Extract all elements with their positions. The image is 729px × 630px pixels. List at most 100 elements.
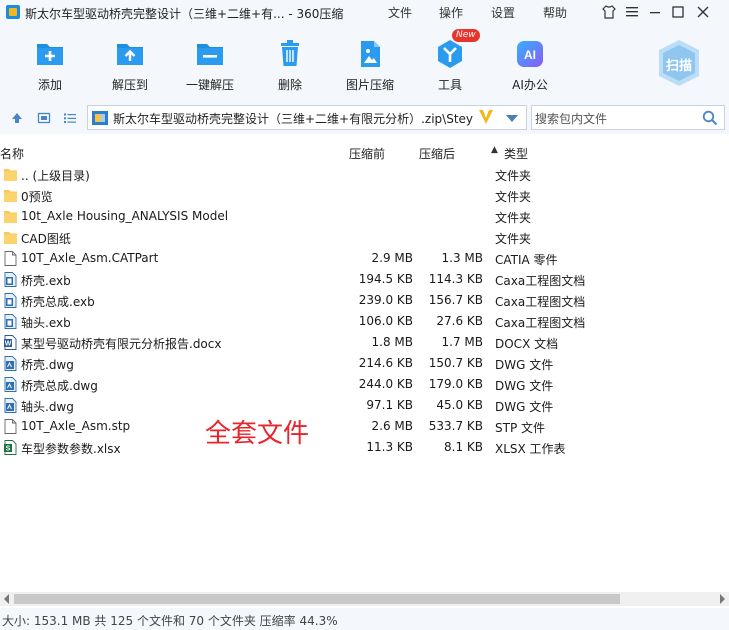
- folder-icon: [4, 188, 17, 203]
- image-compress-button[interactable]: 图片压缩: [332, 34, 408, 96]
- ai-office-button[interactable]: AI AI办公: [492, 34, 568, 96]
- column-size[interactable]: 压缩前: [349, 145, 385, 162]
- file-name: 车型参数参数.xlsx: [21, 442, 121, 456]
- column-type[interactable]: 类型: [504, 145, 528, 162]
- caxa-file-icon: [4, 314, 17, 329]
- file-compressed-size: 156.7 KB: [428, 293, 483, 307]
- svg-text:S: S: [6, 446, 11, 453]
- file-type: DWG 文件: [495, 400, 554, 414]
- file-name: 0预览: [21, 190, 53, 204]
- annotation-text: 全套文件: [205, 419, 310, 449]
- file-type: 文件夹: [495, 232, 532, 246]
- file-type: Caxa工程图文档: [495, 316, 586, 330]
- one-click-extract-button[interactable]: 一键解压: [172, 34, 248, 96]
- menu-help[interactable]: 帮助: [543, 4, 567, 21]
- file-row[interactable]: 桥壳总成.dwg 244.0 KB 179.0 KB DWG 文件: [0, 374, 729, 395]
- file-type: DWG 文件: [495, 379, 554, 393]
- caxa-file-icon: [4, 293, 17, 308]
- menu-file[interactable]: 文件: [388, 4, 412, 21]
- new-badge: New: [452, 29, 480, 42]
- column-compressed[interactable]: 压缩后: [419, 145, 455, 162]
- status-text: 大小: 153.1 MB 共 125 个文件和 70 个文件夹 压缩率 44.3…: [2, 614, 338, 628]
- list-view-icon[interactable]: [63, 111, 77, 125]
- address-dropdown-icon[interactable]: [506, 115, 518, 122]
- file-row[interactable]: S 车型参数参数.xlsx 11.3 KB 8.1 KB XLSX 工作表: [0, 437, 729, 458]
- file-type: DWG 文件: [495, 358, 554, 372]
- folder-icon: [4, 230, 17, 245]
- dwg-file-icon: [4, 377, 17, 392]
- sort-up-icon: ▲: [491, 145, 498, 155]
- scan-label[interactable]: 扫描: [653, 55, 705, 74]
- file-row[interactable]: 10T_Axle_Asm.stp 2.6 MB 533.7 KB STP 文件: [0, 416, 729, 437]
- file-size: 194.5 KB: [358, 272, 413, 286]
- scroll-thumb[interactable]: [14, 594, 620, 604]
- file-size: 244.0 KB: [358, 377, 413, 391]
- file-row[interactable]: W 某型号驱动桥壳有限元分析报告.docx 1.8 MB 1.7 MB DOCX 文档: [0, 332, 729, 353]
- search-box[interactable]: 搜索包内文件: [531, 105, 725, 130]
- address-bar[interactable]: 斯太尔车型驱动桥壳完整设计（三维+二维+有限元分析）.zip\Steyr A: [87, 105, 527, 130]
- file-name: 桥壳总成.dwg: [21, 379, 98, 393]
- file-icon: [4, 251, 17, 266]
- menu-settings[interactable]: 设置: [491, 4, 515, 21]
- file-name: 桥壳.dwg: [21, 358, 74, 372]
- delete-label: 删除: [277, 78, 302, 92]
- file-size: 106.0 KB: [358, 314, 413, 328]
- file-icon: [4, 419, 17, 434]
- file-row[interactable]: 轴头.dwg 97.1 KB 45.0 KB DWG 文件: [0, 395, 729, 416]
- menu-operate[interactable]: 操作: [439, 4, 463, 21]
- window-title: 斯太尔车型驱动桥壳完整设计（三维+二维+有... - 360压缩: [25, 7, 344, 21]
- search-icon[interactable]: [702, 110, 718, 126]
- minimize-icon[interactable]: [647, 4, 663, 20]
- delete-button[interactable]: 删除: [252, 34, 328, 96]
- file-name: 10T_Axle_Asm.stp: [21, 419, 131, 433]
- status-bar: 大小: 153.1 MB 共 125 个文件和 70 个文件夹 压缩率 44.3…: [0, 608, 729, 630]
- file-compressed-size: 1.3 MB: [441, 251, 483, 265]
- file-row[interactable]: 10T_Axle_Asm.CATPart 2.9 MB 1.3 MB CATIA 零件: [0, 248, 729, 269]
- tools-icon: [438, 40, 462, 68]
- file-compressed-size: 45.0 KB: [436, 398, 483, 412]
- folder-row[interactable]: CAD图纸 文件夹: [0, 227, 729, 248]
- file-size: 97.1 KB: [366, 398, 413, 412]
- up-arrow-icon[interactable]: [10, 111, 24, 125]
- zip-archive-icon: [92, 111, 108, 125]
- add-label: 添加: [37, 78, 62, 92]
- file-row[interactable]: 桥壳.exb 194.5 KB 114.3 KB Caxa工程图文档: [0, 269, 729, 290]
- shirt-skin-icon[interactable]: [601, 4, 617, 20]
- file-name: CAD图纸: [21, 232, 71, 246]
- tools-button[interactable]: 工具: [412, 34, 488, 96]
- scroll-right-icon[interactable]: [720, 594, 725, 604]
- thumbnail-view-icon[interactable]: [37, 111, 51, 125]
- file-row[interactable]: 轴头.exb 106.0 KB 27.6 KB Caxa工程图文档: [0, 311, 729, 332]
- file-type: DOCX 文档: [495, 337, 559, 351]
- menu-list-icon[interactable]: [624, 4, 640, 20]
- address-row: 斯太尔车型驱动桥壳完整设计（三维+二维+有限元分析）.zip\Steyr A 搜…: [0, 102, 729, 134]
- file-compressed-size: 27.6 KB: [436, 314, 483, 328]
- extract-to-label: 解压到: [111, 78, 148, 92]
- file-size: 2.9 MB: [371, 251, 413, 265]
- file-type: Caxa工程图文档: [495, 295, 586, 309]
- svg-text:W: W: [5, 341, 12, 348]
- file-compressed-size: 114.3 KB: [428, 272, 483, 286]
- file-row[interactable]: 桥壳.dwg 214.6 KB 150.7 KB DWG 文件: [0, 353, 729, 374]
- file-type: 文件夹: [495, 211, 532, 225]
- file-name: 10T_Axle_Asm.CATPart: [21, 251, 159, 265]
- close-icon[interactable]: [695, 4, 711, 20]
- one-click-extract-label: 一键解压: [185, 78, 234, 92]
- horizontal-scrollbar[interactable]: [0, 592, 729, 606]
- scroll-left-icon[interactable]: [4, 594, 9, 604]
- folder-row[interactable]: 10t_Axle Housing_ANALYSIS Model 文件夹: [0, 206, 729, 227]
- excel-sheet-icon: S: [4, 440, 17, 455]
- file-type: CATIA 零件: [495, 253, 558, 267]
- maximize-icon[interactable]: [670, 4, 686, 20]
- app-logo-icon: [6, 5, 20, 19]
- search-input[interactable]: 搜索包内文件: [535, 110, 607, 127]
- extract-to-button[interactable]: 解压到: [92, 34, 168, 96]
- file-row[interactable]: 桥壳总成.exb 239.0 KB 156.7 KB Caxa工程图文档: [0, 290, 729, 311]
- folder-row[interactable]: .. (上级目录) 文件夹: [0, 164, 729, 185]
- column-name[interactable]: 名称: [0, 145, 24, 162]
- folder-icon: [4, 209, 17, 224]
- address-path[interactable]: 斯太尔车型驱动桥壳完整设计（三维+二维+有限元分析）.zip\Steyr A: [113, 110, 473, 127]
- ai-office-label: AI办公: [512, 78, 548, 92]
- folder-row[interactable]: 0预览 文件夹: [0, 185, 729, 206]
- add-button[interactable]: 添加: [12, 34, 88, 96]
